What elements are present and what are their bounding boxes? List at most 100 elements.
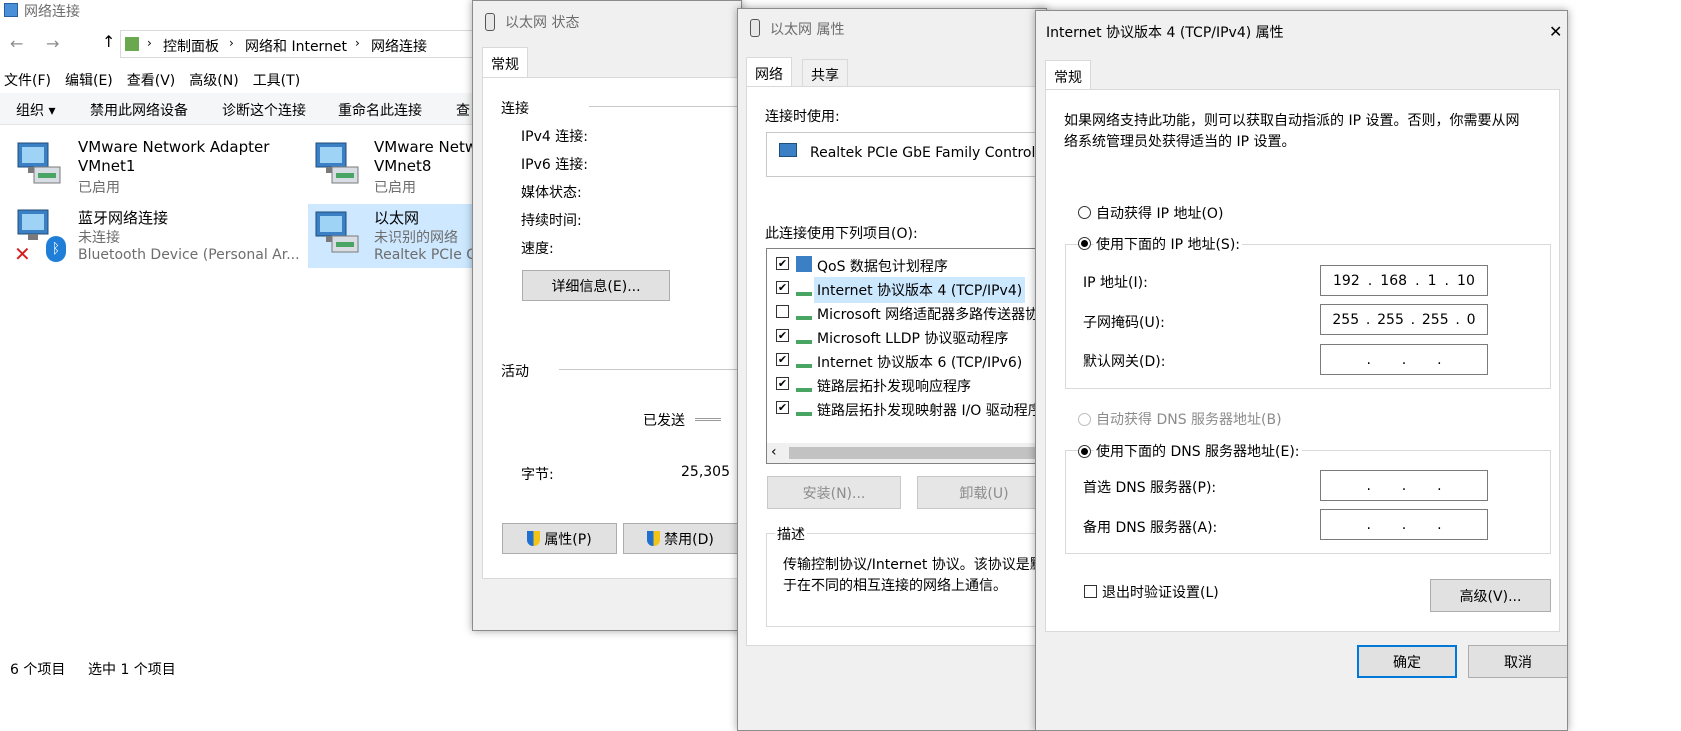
breadcrumb-sep-icon: ›	[355, 36, 360, 50]
scroll-left-icon[interactable]: ‹	[771, 444, 777, 460]
dialog-title: 以太网 属性	[770, 22, 845, 38]
subnet-mask-field[interactable]: 255. 255. 255. 0	[1320, 304, 1488, 335]
item-checkbox[interactable]: ✔	[776, 353, 789, 366]
ip-octet: 0	[1466, 311, 1476, 328]
view-status-button[interactable]: 查	[456, 100, 470, 120]
item-checkbox[interactable]: ✔	[776, 281, 789, 294]
details-button[interactable]: 详细信息(E)...	[522, 270, 670, 301]
manual-ip-label[interactable]: 使用下面的 IP 地址(S):	[1094, 234, 1242, 254]
network-adapter-icon	[17, 142, 61, 184]
item-name: 以太网	[374, 209, 420, 227]
auto-ip-label[interactable]: 自动获得 IP 地址(O)	[1096, 203, 1223, 223]
list-item[interactable]: ✔ 链路层拓扑发现映射器 I/O 驱动程序	[767, 397, 1046, 421]
organize-button[interactable]: 组织 ▾	[16, 100, 55, 120]
adapter-icon	[779, 143, 797, 157]
item-status: 已启用	[374, 180, 416, 196]
description-text: 传输控制协议/Internet 协议。该协议是默	[783, 557, 1044, 573]
manual-dns-label[interactable]: 使用下面的 DNS 服务器地址(E):	[1094, 441, 1302, 461]
item-label: 链路层拓扑发现响应程序	[817, 379, 971, 395]
network-item-vmnet8[interactable]: VMware Netw VMnet8 已启用	[308, 135, 480, 197]
section-activity-label: 活动	[501, 364, 529, 380]
ipv4-properties-dialog: Internet 协议版本 4 (TCP/IPv4) 属性 ✕ 常规 如果网络支…	[1035, 10, 1568, 731]
disconnected-x-icon: ✕	[14, 242, 31, 266]
button-label: 取消	[1504, 654, 1532, 671]
preferred-dns-field[interactable]: ...	[1320, 470, 1488, 501]
ethernet-properties-dialog: 以太网 属性 网络 共享 连接时使用: Realtek PCIe GbE Fam…	[737, 8, 1047, 731]
bytes-sent-value: 25,305	[681, 464, 730, 480]
menu-view[interactable]: 查看(V)	[127, 73, 176, 89]
item-status: 未连接	[78, 230, 120, 246]
disable-button[interactable]: 禁用(D)	[623, 523, 738, 554]
item-label: Microsoft 网络适配器多路传送器协	[817, 307, 1040, 323]
gateway-field[interactable]: ...	[1320, 344, 1488, 375]
network-item-ethernet[interactable]: 以太网 未识别的网络 Realtek PCIe G	[308, 204, 480, 268]
network-item-vmnet1[interactable]: VMware Network Adapter VMnet1 已启用	[10, 135, 300, 197]
list-item[interactable]: ✔ Microsoft LLDP 协议驱动程序	[767, 325, 1046, 349]
disable-device-button[interactable]: 禁用此网络设备	[90, 100, 188, 120]
protocol-icon	[796, 352, 812, 368]
network-adapter-icon	[315, 142, 359, 184]
tab-panel: 连接时使用: Realtek PCIe GbE Family Controlle…	[746, 86, 1046, 646]
menu-edit[interactable]: 编辑(E)	[65, 73, 113, 89]
properties-button[interactable]: 属性(P)	[502, 523, 617, 554]
item-checkbox[interactable]	[776, 305, 789, 318]
connect-using-label: 连接时使用:	[765, 109, 840, 125]
dot-separator: .	[1401, 351, 1407, 368]
list-item[interactable]: ✔ Internet 协议版本 6 (TCP/IPv6)	[767, 349, 1046, 373]
install-button[interactable]: 安装(N)...	[767, 476, 901, 509]
item-checkbox[interactable]: ✔	[776, 401, 789, 414]
advanced-button[interactable]: 高级(V)...	[1430, 579, 1551, 612]
ip-address-label: IP 地址(I):	[1083, 275, 1148, 291]
protocol-icon	[796, 304, 812, 320]
breadcrumb-item[interactable]: 网络和 Internet	[245, 36, 347, 56]
list-item[interactable]: ✔ QoS 数据包计划程序	[767, 253, 1046, 277]
item-checkbox[interactable]: ✔	[776, 257, 789, 270]
menu-advanced[interactable]: 高级(N)	[189, 73, 238, 89]
uninstall-button[interactable]: 卸载(U)	[917, 476, 1046, 509]
gateway-label: 默认网关(D):	[1083, 354, 1166, 370]
network-item-bluetooth[interactable]: ✕ ᛒ 蓝牙网络连接 未连接 Bluetooth Device (Persona…	[10, 204, 300, 268]
auto-dns-radio[interactable]	[1078, 413, 1091, 426]
section-divider	[589, 106, 741, 107]
item-checkbox[interactable]: ✔	[776, 329, 789, 342]
rename-button[interactable]: 重命名此连接	[338, 100, 422, 120]
validate-label[interactable]: 退出时验证设置(L)	[1102, 582, 1219, 602]
breadcrumb-item[interactable]: 网络连接	[371, 36, 427, 56]
ip-octet: 10	[1457, 272, 1475, 289]
item-label: Internet 协议版本 6 (TCP/IPv6)	[817, 355, 1023, 371]
diagnose-button[interactable]: 诊断这个连接	[222, 100, 306, 120]
button-label: 高级(V)...	[1459, 588, 1522, 605]
back-arrow-icon[interactable]: ←	[10, 34, 23, 53]
protocol-icon	[796, 328, 812, 344]
auto-ip-radio[interactable]	[1078, 206, 1091, 219]
up-arrow-icon[interactable]: ↑	[102, 32, 115, 51]
auto-dns-label[interactable]: 自动获得 DNS 服务器地址(B)	[1096, 409, 1282, 429]
manual-dns-radio[interactable]	[1078, 445, 1091, 458]
horizontal-scrollbar[interactable]: ‹	[767, 443, 1046, 463]
address-bar[interactable]: › 控制面板 › 网络和 Internet › 网络连接	[120, 30, 480, 58]
list-item-selected[interactable]: ✔ Internet 协议版本 4 (TCP/IPv4)	[767, 277, 1046, 303]
ok-button[interactable]: 确定	[1357, 645, 1457, 678]
item-checkbox[interactable]: ✔	[776, 377, 789, 390]
list-item[interactable]: Microsoft 网络适配器多路传送器协	[767, 301, 1046, 325]
breadcrumb-item[interactable]: 控制面板	[163, 36, 219, 56]
breadcrumb-sep-icon: ›	[229, 36, 234, 50]
menu-tools[interactable]: 工具(T)	[253, 73, 300, 89]
validate-checkbox[interactable]	[1084, 585, 1097, 598]
components-list[interactable]: ✔ QoS 数据包计划程序 ✔ Internet 协议版本 4 (TCP/IPv…	[766, 248, 1046, 464]
alternate-dns-field[interactable]: ...	[1320, 509, 1488, 540]
ip-address-field[interactable]: 192. 168. 1. 10	[1320, 265, 1488, 296]
tab-general[interactable]: 常规	[482, 47, 528, 80]
selected-count: 选中 1 个项目	[88, 662, 176, 678]
scroll-thumb[interactable]	[789, 447, 1046, 459]
list-item[interactable]: ✔ 链路层拓扑发现响应程序	[767, 373, 1046, 397]
dot-separator: .	[1437, 477, 1442, 494]
item-name-cont: VMnet8	[374, 157, 432, 175]
button-label: 确定	[1393, 654, 1421, 671]
section-divider	[559, 369, 741, 370]
forward-arrow-icon[interactable]: →	[46, 34, 59, 53]
cancel-button[interactable]: 取消	[1468, 645, 1567, 678]
manual-ip-radio[interactable]	[1078, 237, 1091, 250]
close-icon[interactable]: ✕	[1549, 22, 1562, 41]
menu-file[interactable]: 文件(F)	[4, 73, 51, 89]
